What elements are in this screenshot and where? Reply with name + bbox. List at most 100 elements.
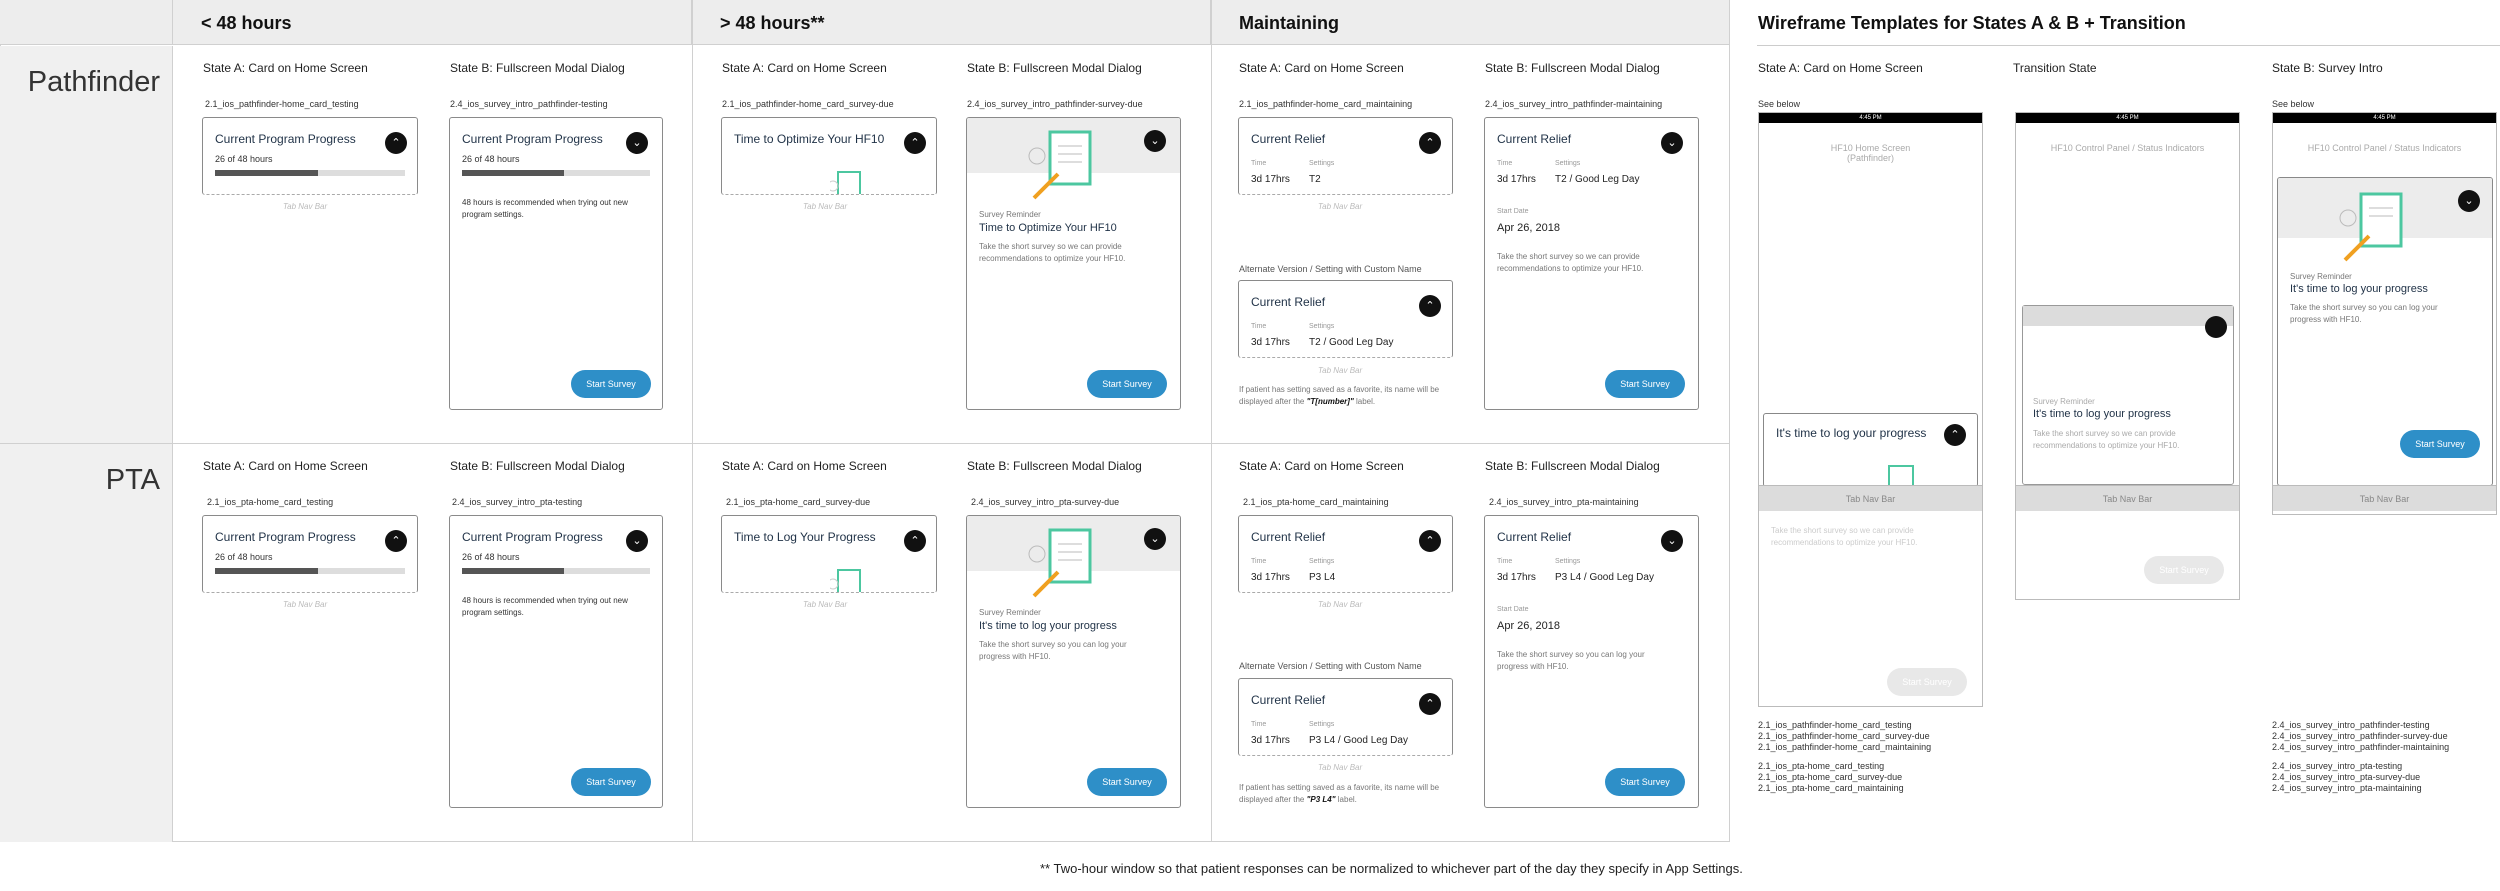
start-survey-button[interactable]: Start Survey: [1605, 370, 1685, 398]
progress-hours: 26 of 48 hours: [462, 552, 520, 562]
home-card-relief[interactable]: Current Relief ⌃ Time Settings 3d 17hrs …: [1238, 117, 1453, 195]
chevron-up-icon[interactable]: ⌃: [1419, 132, 1441, 154]
start-survey-button[interactable]: Start Survey: [571, 768, 651, 796]
card-title: Current Program Progress: [215, 530, 356, 544]
state-b-label: State B: Fullscreen Modal Dialog: [450, 459, 625, 473]
setting-value: P3 L4: [1309, 572, 1336, 583]
chevron-down-icon[interactable]: ⌄: [2458, 190, 2480, 212]
chevron-up-icon[interactable]: ⌃: [1944, 424, 1966, 446]
survey-body: Take the short survey so you can log you…: [2290, 303, 2438, 324]
clipboard-illustration-icon: [830, 569, 861, 592]
time-value: 3d 17hrs: [1497, 174, 1536, 185]
time-label: Time: [1251, 160, 1267, 167]
favorite-note-end: label.: [1337, 795, 1357, 804]
progress-bar: [215, 170, 405, 176]
progress-bar: [215, 568, 405, 574]
time-label: Time: [1251, 558, 1267, 565]
start-survey-button[interactable]: Start Survey: [1605, 768, 1685, 796]
start-survey-button[interactable]: Start Survey: [2400, 430, 2480, 458]
settings-label: Settings: [1555, 160, 1581, 167]
home-card-relief-alt[interactable]: Current Relief ⌃ Time Settings 3d 17hrs …: [1238, 678, 1453, 756]
survey-reminder-label: Survey Reminder: [979, 210, 1041, 219]
home-card-survey-due[interactable]: Time to Optimize Your HF10 ⌃: [721, 117, 937, 195]
card-title: It's time to log your progress: [1776, 426, 1927, 440]
tab-nav-bar-label: Tab Nav Bar: [1318, 763, 1363, 772]
status-bar: 4:45 PM: [2016, 113, 2239, 123]
state-a-label: State A: Card on Home Screen: [1239, 459, 1404, 473]
chevron-down-icon[interactable]: ⌄: [1661, 530, 1683, 552]
home-card-progress[interactable]: Current Program Progress ⌃ 26 of 48 hour…: [202, 117, 418, 195]
home-card-relief-alt[interactable]: Current Relief ⌃ Time Settings 3d 17hrs …: [1238, 280, 1453, 358]
state-a-label: State A: Card on Home Screen: [1239, 61, 1404, 75]
chevron-up-icon[interactable]: ⌃: [1419, 693, 1441, 715]
chevron-down-icon[interactable]: ⌄: [1661, 132, 1683, 154]
card-title: Current Relief: [1251, 530, 1326, 544]
chevron-icon[interactable]: [2205, 316, 2227, 338]
chevron-up-icon[interactable]: ⌃: [1419, 295, 1441, 317]
time-value: 3d 17hrs: [1251, 735, 1290, 746]
settings-label: Settings: [1309, 323, 1335, 330]
wire-survey-modal: ⌄ Survey Reminder It's time to log your …: [2277, 177, 2493, 486]
favorite-note: If patient has setting saved as a favori…: [1239, 782, 1459, 806]
chevron-up-icon[interactable]: ⌃: [904, 132, 926, 154]
file-name: 2.1_ios_pta-home_card_testing: [207, 497, 334, 507]
modal-title: It's time to log your progress: [979, 620, 1117, 632]
wire-card[interactable]: It's time to log your progress ⌃: [1763, 413, 1978, 488]
tab-nav-bar[interactable]: Tab Nav Bar: [1759, 485, 1982, 511]
modal-survey-due: ⌄ Survey Reminder Time to Optimize Your …: [966, 117, 1181, 410]
time-label: Time: [1497, 160, 1513, 167]
setting-value: P3 L4 / Good Leg Day: [1309, 735, 1408, 746]
progress-bar: [462, 568, 650, 574]
chevron-up-icon[interactable]: ⌃: [385, 132, 407, 154]
file-name: 2.1_ios_pathfinder-home_card_testing: [205, 99, 359, 109]
see-below-label: See below: [2272, 99, 2315, 109]
favorite-note-label: "T[number]": [1306, 397, 1354, 406]
card-title: Current Relief: [1251, 693, 1326, 707]
home-card-progress[interactable]: Current Program Progress ⌃ 26 of 48 hour…: [202, 515, 418, 593]
modal-body: Take the short survey so you can log you…: [1497, 650, 1645, 671]
wireframe-divider: [1757, 45, 2500, 46]
wire-phone-transition: 4:45 PM HF10 Control Panel / Status Indi…: [2015, 112, 2240, 600]
modal-progress: Current Program Progress ⌄ 26 of 48 hour…: [449, 117, 663, 410]
wire-col3-label: State B: Survey Intro: [2272, 61, 2383, 75]
start-survey-button[interactable]: Start Survey: [571, 370, 651, 398]
tab-nav-bar-label: Tab Nav Bar: [1318, 202, 1363, 211]
list-item: 2.4_ios_survey_intro_pta-survey-due: [2272, 772, 2421, 782]
card-title: Current Relief: [1497, 132, 1572, 146]
list-item: 2.4_ios_survey_intro_pta-testing: [2272, 761, 2403, 771]
tab-nav-bar[interactable]: Tab Nav Bar: [2273, 485, 2496, 511]
settings-label: Settings: [1309, 558, 1335, 565]
chevron-down-icon[interactable]: ⌄: [1144, 130, 1166, 152]
start-survey-button[interactable]: Start Survey: [1087, 768, 1167, 796]
chevron-up-icon[interactable]: ⌃: [1419, 530, 1441, 552]
wire-phone-state-b: 4:45 PM HF10 Control Panel / Status Indi…: [2272, 112, 2497, 515]
chevron-down-icon[interactable]: ⌄: [1144, 528, 1166, 550]
file-name: 2.1_ios_pathfinder-home_card_survey-due: [722, 99, 894, 109]
progress-bar-fill: [215, 170, 318, 176]
ghost-body: Take the short survey so we can provide …: [1771, 526, 1918, 547]
col-divider-1: [692, 0, 693, 842]
start-survey-button-ghost: Start Survey: [2144, 556, 2224, 584]
see-below-label: See below: [1758, 99, 1801, 109]
status-bar: 4:45 PM: [1759, 113, 1982, 123]
file-name: 2.1_ios_pta-home_card_maintaining: [1243, 497, 1389, 507]
time-label: Time: [1251, 323, 1267, 330]
time-value: 3d 17hrs: [1251, 337, 1290, 348]
clipboard-illustration-icon: [1028, 130, 1092, 200]
survey-reminder-label: Survey Reminder: [2033, 397, 2095, 406]
chevron-down-icon[interactable]: ⌄: [626, 132, 648, 154]
chevron-down-icon[interactable]: ⌄: [626, 530, 648, 552]
card-title: Current Program Progress: [462, 132, 603, 146]
chevron-up-icon[interactable]: ⌃: [904, 530, 926, 552]
file-name: 2.1_ios_pta-home_card_survey-due: [726, 497, 871, 507]
list-item: 2.4_ios_survey_intro_pathfinder-survey-d…: [2272, 731, 2448, 741]
home-card-survey-due[interactable]: Time to Log Your Progress ⌃: [721, 515, 937, 593]
chevron-up-icon[interactable]: ⌃: [385, 530, 407, 552]
clipboard-illustration-icon: [1028, 528, 1092, 598]
card-title: Current Program Progress: [462, 530, 603, 544]
time-value: 3d 17hrs: [1251, 174, 1290, 185]
start-survey-button[interactable]: Start Survey: [1087, 370, 1167, 398]
home-card-relief[interactable]: Current Relief ⌃ Time Settings 3d 17hrs …: [1238, 515, 1453, 593]
tab-nav-bar[interactable]: Tab Nav Bar: [2016, 485, 2239, 511]
survey-reminder-label: Survey Reminder: [979, 608, 1041, 617]
